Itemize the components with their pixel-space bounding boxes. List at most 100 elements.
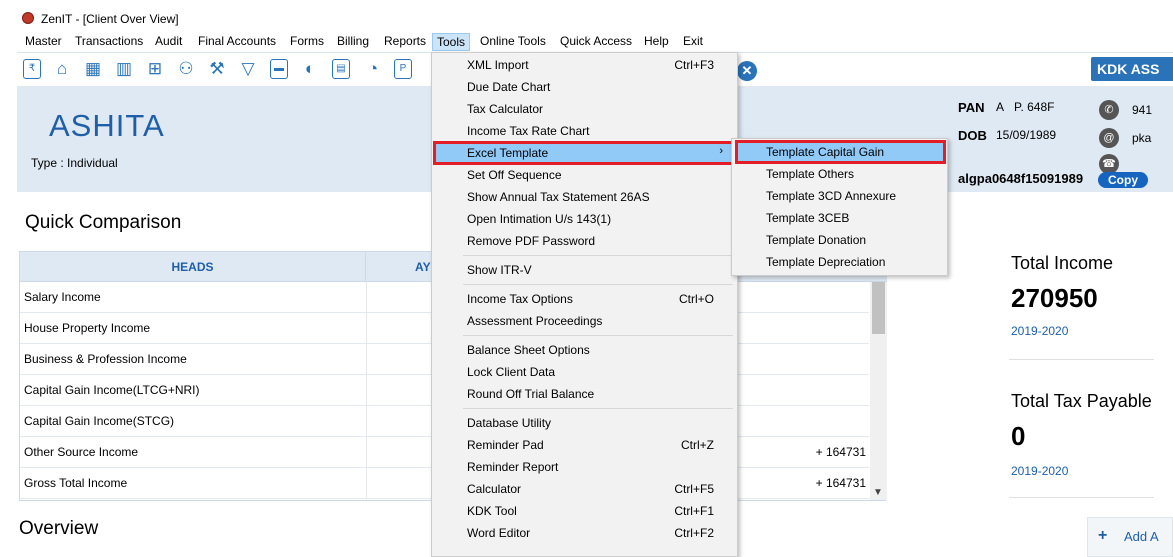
menu-quick-access[interactable]: Quick Access [556, 33, 636, 51]
email-icon: @ [1099, 128, 1119, 148]
row-label: Other Source Income [24, 445, 139, 459]
menu-item-income-tax-options[interactable]: Income Tax Options Ctrl+O [434, 288, 735, 310]
bar-chart-icon[interactable]: ▥ [114, 58, 134, 80]
menu-item-open-intimation[interactable]: Open Intimation U/s 143(1) [434, 208, 735, 230]
phone-value: 941 [1132, 103, 1153, 117]
heads-header[interactable]: HEADS [20, 252, 366, 282]
menu-item-excel-template[interactable]: Excel Template › [433, 141, 736, 165]
refresh-icon[interactable]: ◐ [300, 58, 320, 80]
submenu-item-template-donation[interactable]: Template Donation [736, 229, 945, 251]
total-tax-year[interactable]: 2019-2020 [1011, 464, 1068, 478]
menu-item-calculator[interactable]: Calculator Ctrl+F5 [434, 478, 735, 500]
row-label: Salary Income [24, 290, 101, 304]
building-icon[interactable]: ▦ [83, 58, 103, 80]
menu-item-kdk-tool[interactable]: KDK Tool Ctrl+F1 [434, 500, 735, 522]
menu-forms[interactable]: Forms [286, 33, 328, 51]
ay-header[interactable]: AY [415, 252, 431, 282]
close-icon[interactable]: ✕ [737, 61, 757, 81]
menu-online-tools[interactable]: Online Tools [476, 33, 550, 51]
table-scrollbar[interactable]: ▼ [870, 282, 887, 500]
submenu-item-template-3ceb[interactable]: Template 3CEB [736, 207, 945, 229]
gift-icon[interactable]: ⊞ [145, 58, 165, 80]
dob-value: 15/09/1989 [996, 128, 1057, 142]
total-income-year[interactable]: 2019-2020 [1011, 324, 1068, 338]
menu-item-show-itr-v[interactable]: Show ITR-V [434, 259, 735, 281]
menu-item-tax-calculator[interactable]: Tax Calculator [434, 98, 735, 120]
menu-audit[interactable]: Audit [151, 33, 186, 51]
scrollbar-thumb[interactable] [872, 282, 885, 334]
submenu-item-template-3cd-annexure[interactable]: Template 3CD Annexure [736, 185, 945, 207]
menu-item-xml-import[interactable]: XML Import Ctrl+F3 [434, 54, 735, 76]
menu-item-reminder-report[interactable]: Reminder Report [434, 456, 735, 478]
pay-icon[interactable]: P [394, 59, 412, 79]
menu-exit[interactable]: Exit [679, 33, 707, 51]
email-value: pka [1132, 131, 1152, 145]
phone-icon: ✆ [1099, 100, 1119, 120]
menu-final-accounts[interactable]: Final Accounts [194, 33, 280, 51]
row-value: + 164731 [815, 445, 866, 459]
menu-help[interactable]: Help [640, 33, 673, 51]
row-label: Business & Profession Income [24, 352, 187, 366]
pan-value: A P. 648F [996, 100, 1055, 114]
telephone-icon: ☎ [1099, 154, 1119, 174]
total-tax-label: Total Tax Payable [1011, 391, 1152, 411]
excel-template-submenu: Template Capital Gain Template Others Te… [731, 138, 948, 276]
menu-item-assessment-proceedings[interactable]: Assessment Proceedings [434, 310, 735, 332]
user-id: algpa0648f15091989 [958, 171, 1084, 186]
plus-icon: + [1098, 527, 1108, 544]
client-type: Type : Individual [31, 156, 118, 170]
total-income-value: 270950 [1011, 283, 1098, 313]
menu-item-remove-pdf-password[interactable]: Remove PDF Password [434, 230, 735, 252]
copy-button[interactable]: Copy [1098, 172, 1148, 188]
home-icon[interactable]: ⌂ [52, 58, 72, 80]
menu-separator [463, 408, 733, 409]
app-logo-icon [22, 12, 34, 24]
pan-label: PAN [958, 100, 985, 115]
menu-separator [463, 335, 733, 336]
dob-label: DOB [958, 128, 987, 143]
row-label: Gross Total Income [24, 476, 128, 490]
total-tax-value: 0 [1011, 421, 1026, 451]
menu-item-round-off-trial-balance[interactable]: Round Off Trial Balance [434, 383, 735, 405]
menu-item-due-date-chart[interactable]: Due Date Chart [434, 76, 735, 98]
row-label: Capital Gain Income(STCG) [24, 414, 175, 428]
add-label: Add A [1124, 529, 1159, 544]
menu-item-annual-tax-statement[interactable]: Show Annual Tax Statement 26AS [434, 186, 735, 208]
overview-title: Overview [19, 518, 99, 539]
menu-item-balance-sheet-options[interactable]: Balance Sheet Options [434, 339, 735, 361]
menu-tools[interactable]: Tools [432, 33, 471, 51]
window-title: ZenIT - [Client Over View] [41, 12, 179, 26]
chevron-right-icon: › [719, 145, 723, 157]
rupee-icon[interactable]: ₹ [23, 59, 41, 79]
filter-icon[interactable]: ▽ [238, 58, 258, 80]
users-icon[interactable]: ⚇ [176, 58, 196, 80]
total-income-label: Total Income [1011, 253, 1114, 273]
menu-item-set-off-sequence[interactable]: Set Off Sequence [434, 164, 735, 186]
menu-separator [463, 284, 733, 285]
menu-item-lock-client-data[interactable]: Lock Client Data [434, 361, 735, 383]
menu-item-income-tax-rate-chart[interactable]: Income Tax Rate Chart [434, 120, 735, 142]
calculator-icon[interactable]: ▤ [332, 59, 350, 79]
tools-dropdown: XML Import Ctrl+F3 Due Date Chart Tax Cal… [431, 52, 738, 557]
brand-button[interactable]: KDK ASS [1091, 57, 1173, 81]
add-button[interactable]: + Add A [1087, 517, 1173, 557]
menu-item-word-editor[interactable]: Word Editor Ctrl+F2 [434, 522, 735, 544]
title-bar: ZenIT - [Client Over View] [0, 0, 1173, 30]
gavel-icon[interactable]: ⚒ [207, 58, 227, 80]
row-label: House Property Income [24, 321, 151, 335]
quick-comparison-title: Quick Comparison [25, 212, 182, 233]
tax-icon[interactable]: ▬ [270, 59, 288, 79]
menu-billing[interactable]: Billing [333, 33, 373, 51]
menu-separator [463, 255, 733, 256]
submenu-item-template-depreciation[interactable]: Template Depreciation [736, 251, 945, 273]
menu-item-reminder-pad[interactable]: Reminder Pad Ctrl+Z [434, 434, 735, 456]
submenu-item-template-others[interactable]: Template Others [736, 163, 945, 185]
scroll-down-icon[interactable]: ▼ [873, 487, 883, 498]
pie-chart-icon[interactable]: ◔ [363, 58, 383, 80]
divider [1009, 359, 1154, 360]
menu-item-database-utility[interactable]: Database Utility [434, 412, 735, 434]
menu-reports[interactable]: Reports [380, 33, 430, 51]
submenu-item-template-capital-gain[interactable]: Template Capital Gain [735, 140, 946, 164]
menu-transactions[interactable]: Transactions [71, 33, 147, 51]
menu-master[interactable]: Master [21, 33, 66, 51]
